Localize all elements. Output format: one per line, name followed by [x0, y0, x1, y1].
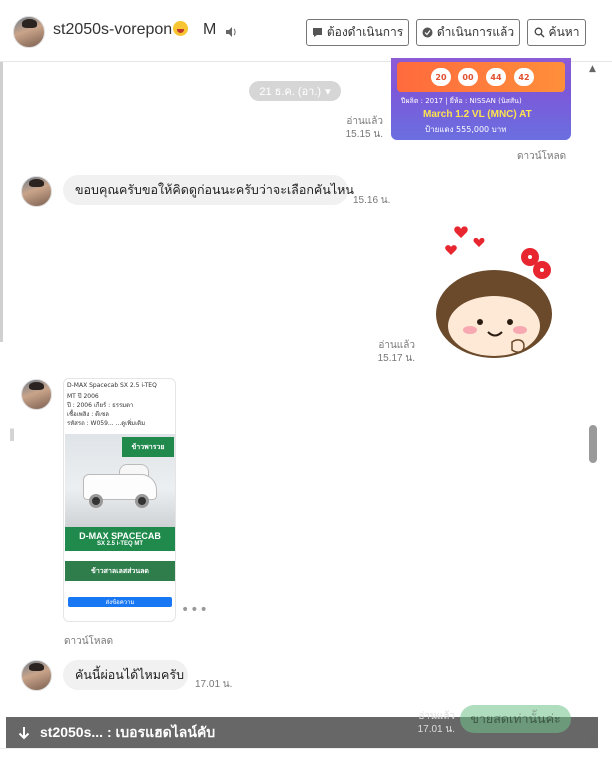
image-message-dmax-post[interactable]: D-MAX Spacecab SX 2.5 i-TEQ MT ปี 2006 ป… [63, 378, 176, 622]
done-button[interactable]: ดำเนินการแล้ว [416, 19, 520, 46]
chat-header: st2050s-vorepon M ต้องดำเนินการ ดำเนินกา… [0, 0, 612, 62]
promo-banner: ข้าวสาลเลสส่วนลด [65, 561, 175, 581]
composer-edge [0, 748, 598, 761]
message-meta: อ่านแล้ว 15.15 น. [340, 115, 383, 141]
caret-down-icon: ▾ [325, 85, 331, 98]
model-banner-sub: SX 2.5 i-TEQ MT [96, 541, 143, 547]
more-options-icon[interactable]: ••• [181, 602, 209, 618]
message-time: 17.01 น. [417, 724, 455, 735]
message-bubble[interactable]: คันนี้ผ่อนได้ไหมครับ [63, 660, 188, 690]
search-button[interactable]: ค้นหา [527, 19, 586, 46]
todo-button-label: ต้องดำเนินการ [326, 25, 404, 39]
send-message-button: ส่งข้อความ [68, 597, 172, 607]
done-button-label: ดำเนินการแล้ว [436, 25, 515, 39]
todo-button[interactable]: ต้องดำเนินการ [306, 19, 409, 46]
truck-wheel [135, 494, 149, 508]
model-banner: D-MAX SPACECAB SX 2.5 i-TEQ MT [65, 527, 175, 551]
download-link[interactable]: ดาวน์โหลด [517, 149, 566, 164]
number-ball: 00 [458, 68, 478, 86]
scroll-down-icon[interactable]: ▼ [589, 737, 596, 747]
image-car-title: March 1.2 VL (MNC) AT [423, 109, 532, 120]
message-meta: อ่านแล้ว 15.17 น. [372, 339, 415, 365]
message-meta: อ่านแล้ว 17.01 น. [412, 710, 455, 736]
panel-divider [0, 62, 3, 342]
message-bubble[interactable]: ขอบคุณครับขอให้คิดดูก่อนนะครับว่าจะเลือก… [63, 175, 354, 205]
sender-avatar[interactable] [21, 379, 52, 410]
image-line: ปีผลิต : 2017 | ยี่ห้อ : NISSAN (นิสสัน) [401, 97, 522, 105]
message-time: 15.17 น. [377, 353, 415, 364]
search-icon [534, 27, 545, 38]
model-banner-title: D-MAX SPACECAB [79, 531, 161, 541]
truck-wheel [89, 494, 103, 508]
search-button-label: ค้นหา [548, 25, 580, 39]
contact-name: st2050s-vorepon [53, 21, 189, 39]
new-message-text: st2050s... : เบอรแฮดไลน์คับ [40, 723, 216, 740]
message-time: 17.01 น. [195, 679, 233, 690]
contact-name-text: st2050s-vorepon [53, 21, 173, 38]
outgoing-message-bubble[interactable]: ขายสดเท่านั้นค่ะ [460, 705, 571, 733]
download-link[interactable]: ดาวน์โหลด [64, 634, 113, 649]
date-divider-label: 21 ธ.ค. (อา.) [259, 86, 322, 98]
post-line: D-MAX Spacecab SX 2.5 i-TEQ [67, 382, 157, 389]
image-message-car-listing[interactable]: 20 00 44 42 ปีผลิต : 2017 | ยี่ห้อ : NIS… [391, 58, 571, 140]
resize-handle-icon[interactable]: || [9, 427, 15, 441]
lottery-strip [397, 62, 565, 92]
bookmark-chat-icon [312, 28, 322, 37]
scroll-up-icon[interactable]: ▲ [589, 64, 596, 74]
sender-avatar[interactable] [21, 176, 52, 207]
message-time: 15.16 น. [353, 195, 391, 206]
arrow-down-icon [18, 726, 30, 739]
read-status: อ่านแล้ว [378, 340, 415, 351]
girl-sticker[interactable] [432, 222, 558, 358]
sender-avatar[interactable] [21, 660, 52, 691]
contact-avatar[interactable] [13, 16, 45, 48]
number-ball: 20 [431, 68, 451, 86]
number-ball: 42 [514, 68, 534, 86]
brand-banner: ข้าวพารวย [122, 437, 174, 457]
image-price: ป้ายแดง 555,000 บาท [425, 125, 507, 134]
speaker-icon[interactable] [226, 27, 238, 37]
scrollbar-thumb[interactable] [589, 425, 597, 463]
grinning-emoji-icon [173, 21, 189, 36]
number-ball: 44 [486, 68, 506, 86]
contact-tag: M [203, 21, 217, 38]
date-divider[interactable]: 21 ธ.ค. (อา.) ▾ [249, 81, 341, 101]
read-status: อ่านแล้ว [418, 711, 455, 722]
post-line: รหัสรถ : W059... ...ดูเพิ่มเติม [67, 420, 146, 427]
message-time: 15.15 น. [345, 129, 383, 140]
read-status: อ่านแล้ว [346, 116, 383, 127]
check-chat-icon [422, 27, 433, 38]
scrollbar-track[interactable] [598, 62, 612, 761]
